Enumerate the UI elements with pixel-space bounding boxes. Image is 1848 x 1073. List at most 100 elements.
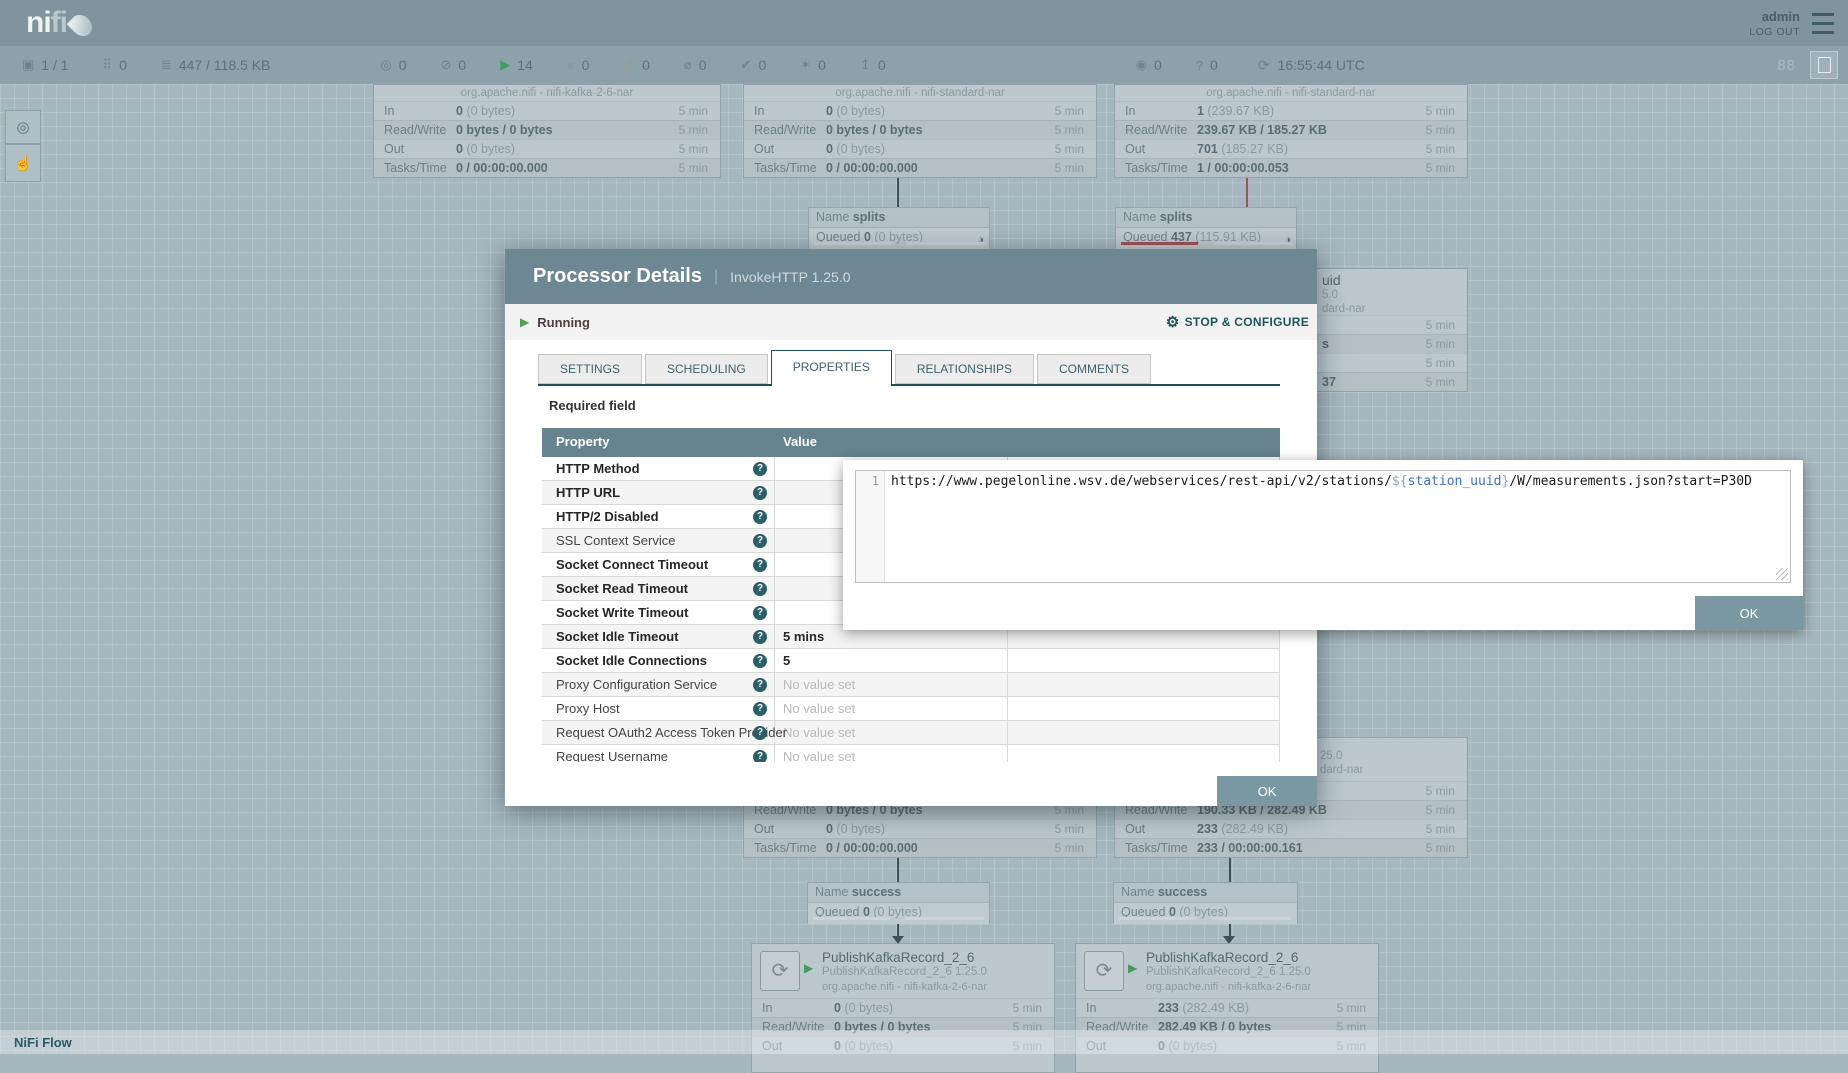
- dialog-subtitle: InvokeHTTP 1.25.0: [730, 269, 850, 285]
- stat-row: Out0 (0 bytes)5 min: [374, 139, 720, 158]
- connection-line[interactable]: [897, 923, 899, 936]
- help-icon[interactable]: ?: [753, 606, 767, 620]
- processor-stats-box[interactable]: org.apache.nifi - nifi-kafka-2-6-nar In0…: [373, 84, 721, 178]
- refresh-time: 16:55:44 UTC: [1278, 57, 1365, 73]
- output-port-tool-icon[interactable]: [217, 8, 247, 38]
- help-icon[interactable]: ?: [753, 558, 767, 572]
- locally-modified-icon: ✶0: [800, 57, 826, 73]
- load-balance-icon: ◑: [977, 231, 984, 249]
- value-text-area[interactable]: 1 https://www.pegelonline.wsv.de/webserv…: [855, 470, 1791, 583]
- global-menu-icon[interactable]: [1812, 13, 1834, 34]
- connection-line[interactable]: [1229, 857, 1231, 882]
- resize-grip[interactable]: [1776, 568, 1788, 580]
- tab-comments[interactable]: COMMENTS: [1037, 354, 1151, 384]
- tab-scheduling[interactable]: SCHEDULING: [645, 354, 768, 384]
- required-field-legend: Required field: [549, 398, 636, 413]
- last-refresh: ⟳ 16:55:44 UTC: [1258, 57, 1365, 74]
- connection-line[interactable]: [897, 177, 899, 207]
- processor-version-fragment: 25.0: [1320, 750, 1342, 762]
- help-icon[interactable]: ?: [753, 654, 767, 668]
- connection-line[interactable]: [897, 857, 899, 882]
- dialog-ok-button[interactable]: OK: [1217, 776, 1317, 806]
- processor-status-row: ▶ Running ⚙ STOP & CONFIGURE: [505, 304, 1317, 340]
- help-icon[interactable]: ?: [753, 678, 767, 692]
- tab-relationships[interactable]: RELATIONSHIPS: [895, 354, 1034, 384]
- processor-tool-icon[interactable]: [111, 8, 141, 38]
- processor-stats-box[interactable]: org.apache.nifi - nifi-standard-nar In1 …: [1114, 84, 1468, 178]
- processor-version-fragment: 5.0: [1322, 289, 1338, 301]
- help-icon[interactable]: ?: [753, 462, 767, 476]
- connection-label-success[interactable]: Name success Queued 0 (0 bytes): [807, 882, 990, 923]
- stat-row: Out0 (0 bytes)5 min: [744, 139, 1096, 158]
- help-icon[interactable]: ?: [753, 702, 767, 716]
- property-row[interactable]: Proxy Configuration Service ? No value s…: [542, 673, 1280, 697]
- input-port-tool-icon[interactable]: [164, 8, 194, 38]
- connection-line-backpressure[interactable]: [1246, 177, 1248, 207]
- help-icon[interactable]: ?: [753, 486, 767, 500]
- label-tool-icon[interactable]: [482, 8, 512, 38]
- processor-version: PublishKafkaRecord_2_6 1.25.0: [1146, 966, 1311, 978]
- refresh-icon[interactable]: ⟳: [1258, 57, 1270, 74]
- remote-process-group-tool-icon[interactable]: [323, 8, 353, 38]
- processor-stats-box[interactable]: org.apache.nifi - nifi-standard-nar In0 …: [743, 84, 1097, 178]
- tab-properties[interactable]: PROPERTIES: [771, 350, 892, 386]
- help-icon[interactable]: ?: [753, 534, 767, 548]
- help-icon[interactable]: ?: [753, 726, 767, 740]
- properties-table-header: Property Value: [542, 428, 1280, 457]
- stat-row: In0 (0 bytes)5 min: [374, 101, 720, 120]
- stat-value-fragment: 37: [1322, 375, 1336, 389]
- property-row[interactable]: Request OAuth2 Access Token Provider ? N…: [542, 721, 1280, 745]
- stat-row: Out701 (185.27 KB)5 min: [1115, 139, 1467, 158]
- processor-nar-fragment: dard-nar: [1322, 303, 1365, 315]
- line-number-gutter: 1: [856, 471, 885, 582]
- property-row[interactable]: Request Username ? No value set: [542, 745, 1280, 762]
- stat-row: Tasks/Time0 / 00:00:00.0005 min: [374, 158, 720, 177]
- help-icon[interactable]: ?: [753, 750, 767, 762]
- stat-row: In0 (0 bytes)5 min: [752, 998, 1054, 1017]
- operate-palette[interactable]: ☝: [5, 144, 41, 182]
- processor-nar: org.apache.nifi - nifi-kafka-2-6-nar: [822, 981, 987, 993]
- stat-row: In233 (282.49 KB)5 min: [1076, 998, 1378, 1017]
- property-row[interactable]: Proxy Host ? No value set: [542, 697, 1280, 721]
- stale-icon: ↥0: [860, 57, 886, 73]
- transmitting-icon: ◎0: [380, 57, 406, 73]
- connection-label-success[interactable]: Name success Queued 0 (0 bytes): [1113, 882, 1298, 923]
- process-group-tool-icon[interactable]: [270, 8, 300, 38]
- funnel-tool-icon[interactable]: [376, 8, 406, 38]
- tab-settings[interactable]: SETTINGS: [538, 354, 642, 384]
- url-value[interactable]: https://www.pegelonline.wsv.de/webservic…: [885, 471, 1752, 582]
- processor-icon: ⟳: [760, 951, 800, 991]
- help-icon[interactable]: ?: [753, 582, 767, 596]
- up-to-date-icon: ✔0: [741, 57, 767, 73]
- hand-icon: ☝: [14, 154, 33, 172]
- title-separator: |: [714, 268, 718, 286]
- help-icon[interactable]: ?: [753, 630, 767, 644]
- navigate-palette[interactable]: ◎: [5, 110, 41, 144]
- disabled-icon: ⌀0: [684, 57, 707, 73]
- droplet-icon: [67, 10, 97, 40]
- stat-row: Tasks/Time1 / 00:00:00.0535 min: [1115, 158, 1467, 177]
- property-row[interactable]: Socket Idle Connections ? 5: [542, 649, 1280, 673]
- current-user: admin: [1749, 9, 1800, 24]
- stat-row: In1 (239.67 KB)5 min: [1115, 101, 1467, 120]
- connection-line[interactable]: [1229, 923, 1231, 936]
- stat-row: Tasks/Time0 / 00:00:00.0005 min: [744, 838, 1096, 857]
- connection-label-splits[interactable]: Name splits Queued 0 (0 bytes) ◑: [808, 207, 990, 248]
- help-icon[interactable]: ?: [753, 510, 767, 524]
- running-label: Running: [537, 315, 590, 330]
- stop-and-configure-button[interactable]: ⚙ STOP & CONFIGURE: [1166, 313, 1309, 331]
- breadcrumb[interactable]: NiFi Flow: [14, 1035, 72, 1050]
- processor-nar: org.apache.nifi - nifi-standard-nar: [1115, 85, 1467, 101]
- logout-link[interactable]: LOG OUT: [1749, 26, 1800, 38]
- running-icon: ▶: [520, 315, 529, 329]
- locally-modified-stale-icon: ◉0: [1136, 57, 1162, 73]
- flow-summary-button[interactable]: [1810, 51, 1838, 79]
- editor-ok-button[interactable]: OK: [1695, 596, 1803, 630]
- connection-label-splits[interactable]: Name splits Queued 437 (115.91 KB) ◑: [1115, 207, 1297, 248]
- template-tool-icon[interactable]: [429, 8, 459, 38]
- stat-row: Read/Write239.67 KB / 185.27 KB5 min: [1115, 120, 1467, 139]
- birdseye-toggle-icon[interactable]: 88: [1777, 57, 1796, 74]
- processor-nar: org.apache.nifi - nifi-standard-nar: [744, 85, 1096, 101]
- cluster-nodes-icon: ▣1 / 1: [22, 57, 69, 73]
- component-toolbar: [111, 8, 512, 38]
